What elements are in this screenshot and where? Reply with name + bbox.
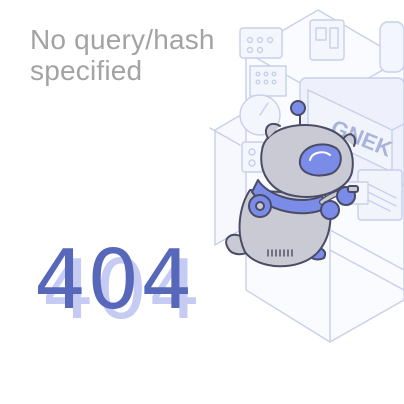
error-code: 404 404: [34, 240, 234, 350]
error-code-text: 404: [34, 233, 194, 328]
error-message: No query/hash specified: [30, 24, 215, 86]
